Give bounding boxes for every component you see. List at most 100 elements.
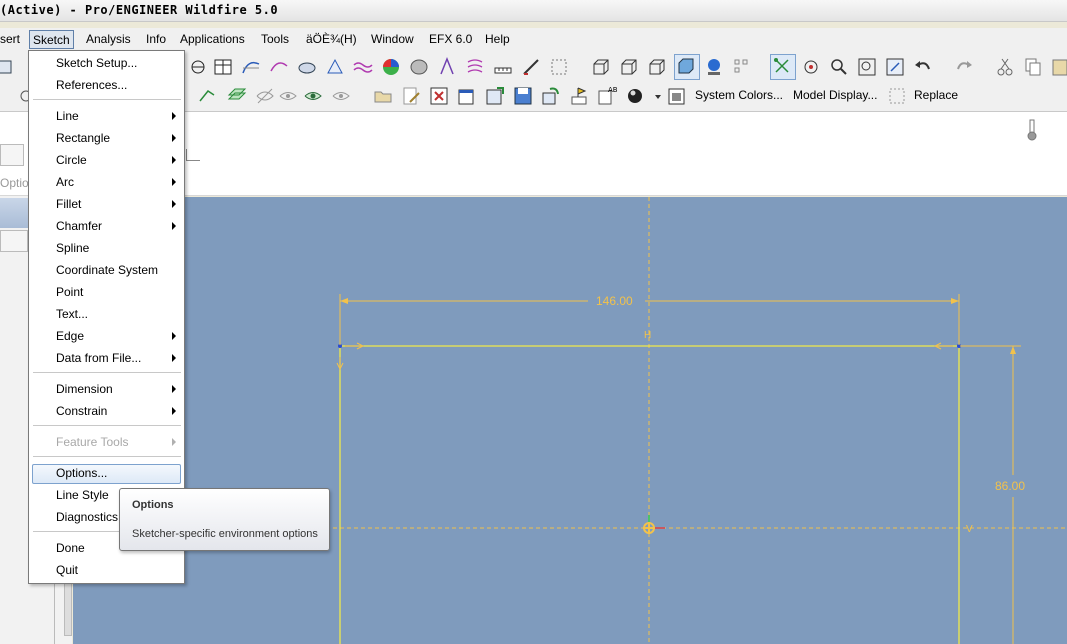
graphics-window[interactable]: 146.00 86.00 H V — [73, 197, 1067, 644]
partial-control[interactable] — [0, 144, 24, 166]
menu-item-line[interactable]: Line — [56, 108, 79, 124]
menu-window[interactable]: Window — [368, 30, 417, 49]
new-window-icon[interactable] — [456, 85, 478, 107]
menu-item-diagnostics[interactable]: Diagnostics — [56, 509, 118, 525]
options-tab-label[interactable]: Optio — [0, 176, 29, 190]
menu-info[interactable]: Info — [143, 30, 169, 49]
menu-item-coordinate-system[interactable]: Coordinate System — [56, 262, 158, 278]
model-display-button[interactable]: Model Display... — [793, 86, 877, 104]
datum-plane-icon[interactable] — [226, 85, 248, 107]
dropdown-arrow-icon[interactable] — [647, 85, 661, 107]
menu-item-fillet[interactable]: Fillet — [56, 196, 81, 212]
submenu-arrow-icon — [172, 178, 176, 186]
shade-analysis-icon[interactable] — [408, 56, 430, 78]
pen-icon[interactable] — [520, 56, 542, 78]
deviation-icon[interactable] — [436, 56, 458, 78]
width-dimension[interactable]: 146.00 — [596, 294, 633, 308]
vertical-constraint[interactable]: V — [966, 524, 973, 535]
draft-analysis-icon[interactable] — [324, 56, 346, 78]
menu-item-constrain[interactable]: Constrain — [56, 403, 107, 419]
wireframe-icon[interactable] — [590, 56, 612, 78]
zoom-window-icon[interactable] — [856, 56, 878, 78]
redo-icon[interactable] — [953, 56, 975, 78]
annotation-icon[interactable]: AB — [596, 85, 618, 107]
color-surface-icon[interactable] — [380, 56, 402, 78]
render-globe-icon[interactable] — [703, 56, 725, 78]
menu-item-line-style[interactable]: Line Style — [56, 487, 109, 503]
table-icon[interactable] — [212, 56, 234, 78]
refit-icon[interactable] — [884, 56, 906, 78]
thermometer-icon[interactable] — [1024, 118, 1040, 142]
system-colors-icon[interactable] — [666, 85, 688, 107]
regenerate-icon[interactable] — [540, 85, 562, 107]
menu-insert[interactable]: sert — [0, 30, 23, 49]
select-tool-icon[interactable] — [770, 54, 796, 80]
partial-tool-icon[interactable] — [0, 56, 16, 78]
menu-item-dimension[interactable]: Dimension — [56, 381, 113, 397]
menu-sketch[interactable]: Sketch — [29, 30, 74, 49]
undo-icon[interactable] — [912, 56, 934, 78]
horizontal-constraint[interactable]: H — [644, 330, 651, 341]
shading-icon[interactable] — [674, 54, 700, 80]
replace-grid-icon[interactable] — [886, 85, 908, 107]
layers-icon[interactable] — [731, 56, 753, 78]
paste-icon[interactable] — [1049, 56, 1067, 78]
menu-efx[interactable]: EFX 6.0 — [426, 30, 475, 49]
copy-icon[interactable] — [1022, 56, 1044, 78]
menu-item-circle[interactable]: Circle — [56, 152, 87, 168]
menu-item-quit[interactable]: Quit — [56, 562, 78, 578]
surface-analysis-icon[interactable] — [296, 56, 318, 78]
curvature-icon[interactable] — [268, 56, 290, 78]
hidden-line-icon[interactable] — [618, 56, 640, 78]
flag-icon[interactable] — [568, 85, 590, 107]
menu-separator — [33, 425, 181, 426]
zoom-icon[interactable] — [828, 56, 850, 78]
save-copy-icon[interactable] — [484, 85, 506, 107]
isolate-icon[interactable] — [330, 85, 352, 107]
panel-dropdown[interactable] — [0, 230, 28, 252]
edit-doc-icon[interactable] — [400, 85, 422, 107]
menu-analysis[interactable]: Analysis — [83, 30, 134, 49]
save-icon[interactable] — [512, 85, 534, 107]
curve-analysis-icon[interactable] — [240, 56, 262, 78]
replace-button[interactable]: Replace — [914, 86, 958, 104]
open-folder-icon[interactable] — [372, 85, 394, 107]
show-icon[interactable] — [302, 85, 324, 107]
menu-item-point[interactable]: Point — [56, 284, 83, 300]
menu-item-edge[interactable]: Edge — [56, 328, 84, 344]
origin-csys-icon[interactable] — [643, 515, 665, 534]
title-bar: (Active) - Pro/ENGINEER Wildfire 5.0 — [0, 0, 1067, 22]
datum-axis-icon[interactable] — [187, 56, 209, 78]
wave-icon[interactable] — [352, 56, 374, 78]
height-dimension[interactable]: 86.00 — [995, 479, 1025, 493]
menu-item-chamfer[interactable]: Chamfer — [56, 218, 102, 234]
system-colors-button[interactable]: System Colors... — [695, 86, 783, 104]
menu-tools[interactable]: Tools — [258, 30, 292, 49]
menu-item-data-from-file[interactable]: Data from File... — [56, 350, 141, 366]
menu-item-references[interactable]: References... — [56, 77, 127, 93]
ruler-icon[interactable] — [492, 56, 514, 78]
offset-analysis-icon[interactable] — [464, 56, 486, 78]
spin-center-icon[interactable] — [800, 56, 822, 78]
constraint-icon[interactable] — [186, 149, 200, 161]
menu-item-sketch-setup[interactable]: Sketch Setup... — [56, 55, 137, 71]
datum-point-icon[interactable] — [196, 85, 218, 107]
close-window-icon[interactable] — [428, 85, 450, 107]
menu-item-text[interactable]: Text... — [56, 306, 88, 322]
appearance-ball-icon[interactable] — [624, 85, 646, 107]
panel-tab[interactable] — [0, 198, 28, 228]
menu-item-options[interactable]: Options... — [56, 465, 107, 481]
panel-scrollbar[interactable] — [64, 576, 72, 636]
menu-garbled[interactable]: äÖÈ¾(H) — [303, 30, 360, 49]
menu-item-arc[interactable]: Arc — [56, 174, 74, 190]
menu-applications[interactable]: Applications — [177, 30, 248, 49]
no-hidden-icon[interactable] — [646, 56, 668, 78]
cut-icon[interactable] — [994, 56, 1016, 78]
hide-icon[interactable] — [254, 85, 276, 107]
box-select-icon[interactable] — [548, 56, 570, 78]
menu-item-rectangle[interactable]: Rectangle — [56, 130, 110, 146]
menu-item-done[interactable]: Done — [56, 540, 85, 556]
eye-icon[interactable] — [277, 85, 299, 107]
menu-item-spline[interactable]: Spline — [56, 240, 89, 256]
menu-help[interactable]: Help — [482, 30, 513, 49]
